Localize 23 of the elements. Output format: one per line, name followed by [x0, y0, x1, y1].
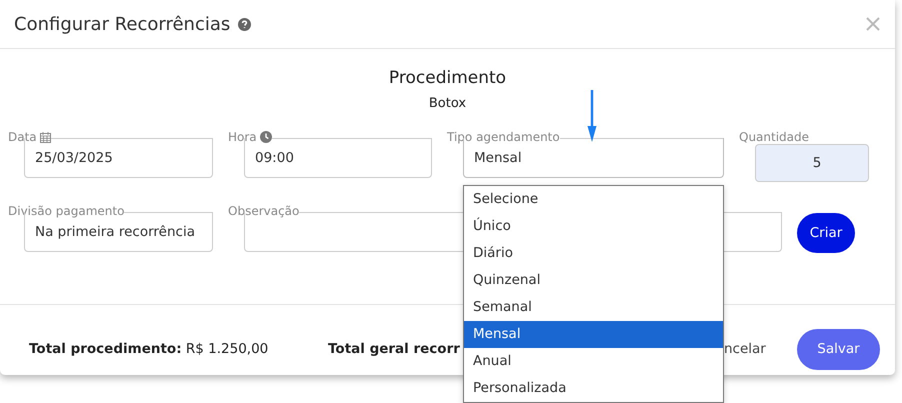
dropdown-option[interactable]: Único — [464, 213, 723, 240]
help-icon[interactable] — [238, 18, 252, 30]
dropdown-option[interactable]: Personalizada — [464, 375, 723, 402]
clock-icon — [260, 131, 272, 143]
total-procedure-text: Total procedimento: R$ 1.250,00 — [29, 341, 270, 357]
field-label: Observação — [228, 204, 300, 218]
total-general-text: Total geral recorr — [328, 341, 461, 357]
window-title: Configurar Recorrências — [14, 14, 230, 34]
dropdown-option[interactable]: Anual — [464, 348, 723, 375]
dropdown-option[interactable]: Quinzenal — [464, 267, 723, 294]
quantity-field[interactable]: 5 — [755, 144, 869, 182]
dropdown-option[interactable]: Selecione — [464, 186, 723, 213]
create-button[interactable]: Criar — [797, 213, 855, 253]
field-label: Quantidade — [739, 130, 810, 144]
dropdown-option[interactable]: Mensal — [464, 321, 723, 348]
procedure-name: Botox — [428, 96, 468, 111]
cancel-button[interactable]: ncelar — [724, 341, 766, 357]
procedure-heading: Procedimento — [388, 68, 508, 88]
dropdown-option[interactable]: Semanal — [464, 294, 723, 321]
calendar-icon — [40, 132, 51, 142]
save-button[interactable]: Salvar — [797, 328, 880, 370]
dropdown-option[interactable]: Diário — [464, 240, 723, 267]
arrow-icon — [587, 90, 597, 142]
